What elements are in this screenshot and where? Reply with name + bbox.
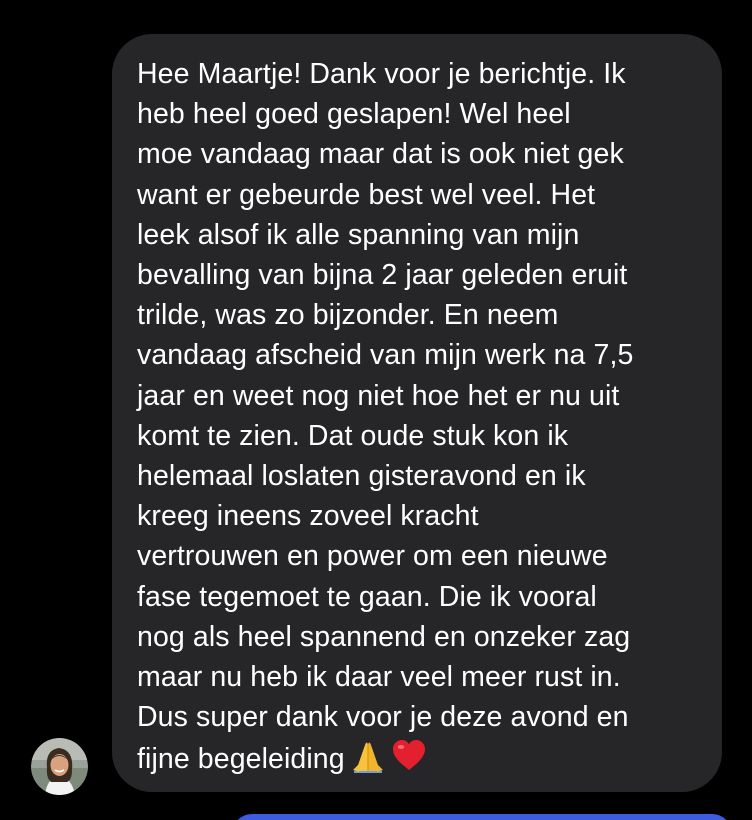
folded-hands-icon [351,737,385,784]
chat-screen: Hee Maartje! Dank voor je berichtje. Ik … [0,0,752,820]
message-line: leek alsof ik alle spanning van mijn [137,218,580,251]
message-line: Hee Maartje! Dank voor je berichtje. Ik [137,58,626,90]
message-line: bevalling van bijna 2 jaar geleden eruit [137,259,628,292]
message-line-text: fijne begeleiding [137,743,345,776]
message-line: jaar en weet nog niet hoe het er nu uit [137,379,620,412]
message-line: fase tegemoet te gaan. Die ik vooral [137,580,597,613]
message-line: heb heel goed geslapen! Wel heel [137,98,571,131]
message-line: vertrouwen en power om een nieuwe [137,540,608,573]
incoming-message-bubble[interactable]: Hee Maartje! Dank voor je berichtje. Ik … [112,34,722,792]
message-line: kreeg ineens zoveel kracht [137,500,479,533]
red-heart-icon [391,738,427,783]
message-line: want er gebeurde best wel veel. Het [137,178,596,211]
message-line: trilde, was zo bijzonder. En neem [137,299,559,332]
message-line: nog als heel spannend en onzeker zag [137,620,631,653]
avatar-photo [31,738,88,795]
message-text: Hee Maartje! Dank voor je berichtje. Ik … [137,54,704,785]
message-line-last: fijne begeleiding [137,737,704,784]
message-line: Dus super dank voor je deze avond en [137,701,629,734]
sender-avatar[interactable] [31,738,88,795]
message-line: maar nu heb ik daar veel meer rust in. [137,661,621,694]
message-line: moe vandaag maar dat is ook niet gek [137,138,624,171]
outgoing-message-bubble-partial[interactable] [232,814,732,820]
message-line: helemaal loslaten gisteravond en ik [137,460,586,493]
message-line: komt te zien. Dat oude stuk kon ik [137,419,569,452]
message-line: vandaag afscheid van mijn werk na 7,5 [137,339,634,372]
